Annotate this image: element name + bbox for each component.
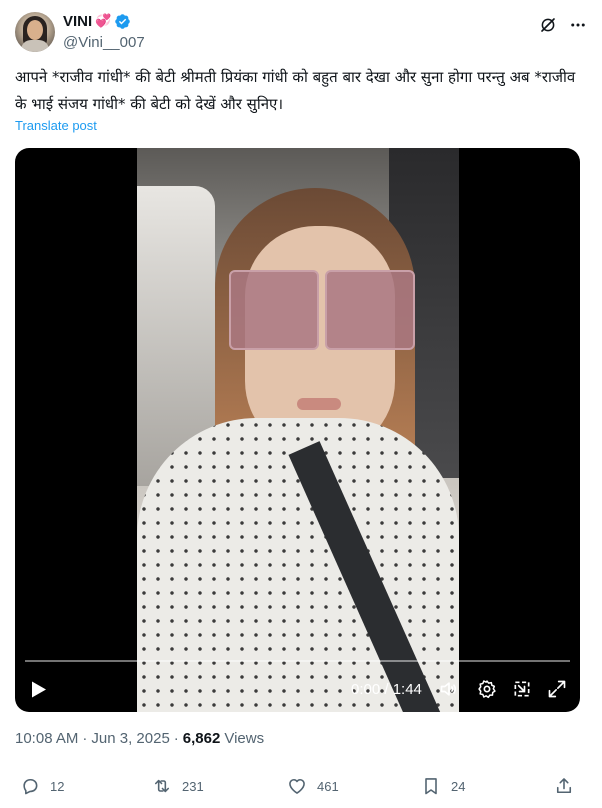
more-options-icon[interactable] bbox=[569, 16, 587, 34]
dock-video-icon[interactable] bbox=[512, 679, 532, 699]
post-text: आपने *राजीव गांधी* की बेटी श्रीमती प्रिय… bbox=[15, 68, 576, 113]
meta-separator: · bbox=[173, 730, 179, 747]
reply-button[interactable]: 12 bbox=[20, 776, 64, 796]
repost-icon bbox=[154, 779, 170, 793]
video-progress-bar[interactable] bbox=[25, 660, 570, 662]
share-button[interactable] bbox=[554, 776, 574, 796]
user-handle[interactable]: @Vini__007 bbox=[63, 34, 145, 51]
video-controls: 0:00 / 1:44 bbox=[15, 676, 580, 702]
heart-icon bbox=[289, 778, 305, 794]
sunglasses-right-lens bbox=[325, 270, 415, 350]
person-lips bbox=[297, 398, 341, 410]
video-time: 0:00 / 1:44 bbox=[351, 681, 422, 698]
video-frame bbox=[137, 148, 459, 712]
sunglasses-left-lens bbox=[229, 270, 319, 350]
post-header: VINI 💞 @Vini__007 bbox=[15, 12, 587, 56]
bookmark-button[interactable]: 24 bbox=[421, 776, 465, 796]
meta-separator: · bbox=[82, 730, 88, 747]
bookmark-count: 24 bbox=[451, 778, 466, 794]
repost-button[interactable]: 231 bbox=[152, 776, 204, 796]
volume-muted-icon[interactable] bbox=[439, 679, 459, 699]
post-date[interactable]: Jun 3, 2025 bbox=[91, 730, 169, 747]
repost-count: 231 bbox=[182, 778, 204, 794]
action-bar: 12 231 461 24 bbox=[15, 776, 585, 802]
bookmark-icon bbox=[425, 778, 437, 795]
play-icon[interactable] bbox=[31, 681, 47, 698]
like-count: 461 bbox=[317, 778, 339, 794]
settings-gear-icon[interactable] bbox=[477, 679, 497, 699]
like-button[interactable]: 461 bbox=[287, 776, 339, 796]
heart-emoji: 💞 bbox=[95, 14, 112, 29]
views-label: Views bbox=[224, 730, 265, 747]
name-row: VINI 💞 bbox=[63, 13, 131, 30]
reply-count: 12 bbox=[50, 778, 65, 794]
share-icon bbox=[556, 778, 572, 794]
verified-badge-icon[interactable] bbox=[114, 13, 131, 30]
avatar-body bbox=[21, 40, 49, 52]
grok-icon[interactable] bbox=[539, 16, 557, 34]
translate-post-link[interactable]: Translate post bbox=[15, 118, 97, 133]
avatar-face bbox=[27, 20, 43, 40]
post-time[interactable]: 10:08 AM bbox=[15, 730, 78, 747]
video-player[interactable]: 0:00 / 1:44 bbox=[15, 148, 580, 712]
fullscreen-icon[interactable] bbox=[547, 679, 567, 699]
views-count: 6,862 bbox=[182, 730, 221, 747]
reply-icon bbox=[23, 778, 38, 795]
post-meta: 10:08 AM · Jun 3, 2025 · 6,862 Views bbox=[15, 730, 264, 747]
display-name[interactable]: VINI bbox=[63, 13, 92, 30]
avatar[interactable] bbox=[15, 12, 55, 52]
